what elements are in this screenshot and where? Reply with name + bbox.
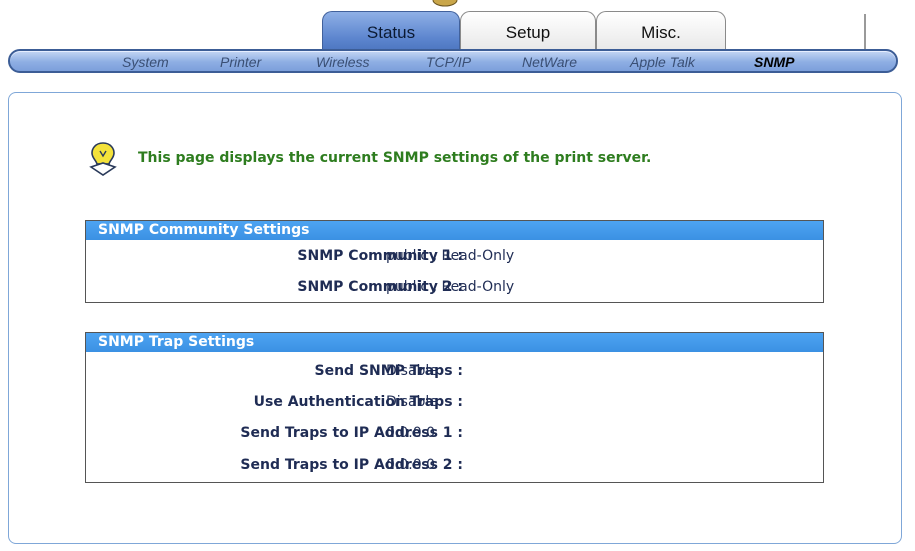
trap-settings-title: SNMP Trap Settings <box>86 333 823 352</box>
table-row: Send Traps to IP Address 2 : 0.0.0.0 <box>86 457 823 477</box>
subnav-item-wireless[interactable]: Wireless <box>316 54 370 70</box>
tab-divider <box>864 14 866 49</box>
subnav-item-snmp[interactable]: SNMP <box>754 54 794 70</box>
table-row: Send Traps to IP Address 1 : 0.0.0.0 <box>86 425 823 445</box>
table-row: Send SNMP Traps : Disable <box>86 363 823 383</box>
tab-setup-label: Setup <box>505 23 551 42</box>
community-settings-title: SNMP Community Settings <box>86 221 823 240</box>
community-settings-group: SNMP Community Settings SNMP Community 1… <box>85 220 824 303</box>
community-1-value: public , Read-Only <box>386 248 515 264</box>
tab-misc[interactable]: Misc. <box>596 11 726 49</box>
tab-status[interactable]: Status <box>322 11 460 49</box>
subnav-item-system[interactable]: System <box>122 54 169 70</box>
tab-setup[interactable]: Setup <box>460 11 596 49</box>
lightbulb-icon <box>89 142 117 176</box>
tab-misc-label: Misc. <box>641 23 681 42</box>
logo-icon <box>432 0 458 7</box>
table-row: Use Authentication Traps : Disable <box>86 394 823 414</box>
send-traps-value: Disable <box>386 363 438 379</box>
trap-settings-group: SNMP Trap Settings Send SNMP Traps : Dis… <box>85 332 824 483</box>
subnav-item-printer[interactable]: Printer <box>220 54 261 70</box>
subnav-item-appletalk[interactable]: Apple Talk <box>630 54 695 70</box>
trap-ip-1-value: 0.0.0.0 <box>386 425 435 441</box>
subnav-bar: System Printer Wireless TCP/IP NetWare A… <box>8 49 898 73</box>
subnav-item-tcpip[interactable]: TCP/IP <box>426 54 471 70</box>
tab-status-label: Status <box>366 23 416 42</box>
auth-traps-value: Disable <box>386 394 438 410</box>
intro-text: This page displays the current SNMP sett… <box>138 150 652 166</box>
table-row: SNMP Community 2 : public , Read-Only <box>86 279 823 299</box>
subnav-item-netware[interactable]: NetWare <box>522 54 577 70</box>
trap-ip-2-value: 0.0.0.0 <box>386 457 435 473</box>
community-2-value: public , Read-Only <box>386 279 515 295</box>
table-row: SNMP Community 1 : public , Read-Only <box>86 248 823 268</box>
